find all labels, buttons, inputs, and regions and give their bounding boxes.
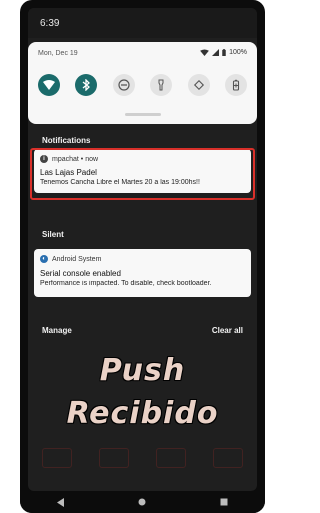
highlight-frame [30, 148, 255, 200]
flashlight-tile[interactable] [150, 74, 173, 96]
silent-header: Silent [42, 230, 64, 239]
screen: 6:39 Mon, Dec 19 100% Notifications i mp… [28, 8, 257, 491]
battery-saver-icon [232, 79, 240, 91]
silent-notification-text: Performance is impacted. To disable, che… [40, 280, 212, 287]
ghost-tab [213, 448, 244, 468]
ghost-tab [41, 448, 72, 468]
drag-handle[interactable] [124, 113, 161, 116]
back-icon [56, 497, 64, 507]
qs-date: Mon, Dec 19 [38, 50, 78, 57]
navigation-bar [20, 491, 265, 513]
back-button[interactable] [56, 497, 66, 507]
signal-icon [212, 49, 220, 56]
quick-settings-panel: Mon, Dec 19 100% [28, 42, 257, 124]
wifi-status-icon [200, 49, 209, 56]
auto-rotate-icon [193, 79, 204, 91]
status-time: 6:39 [40, 18, 60, 29]
silent-notification-app-label: Android System [52, 255, 102, 263]
home-icon [138, 498, 146, 506]
clear-all-button[interactable]: Clear all [212, 326, 243, 335]
do-not-disturb-icon [118, 79, 130, 91]
android-system-icon: ◐ [40, 255, 48, 263]
dnd-tile[interactable] [112, 74, 135, 96]
manage-button[interactable]: Manage [42, 326, 72, 335]
notifications-header: Notifications [42, 136, 91, 145]
home-button[interactable] [137, 497, 147, 507]
battery-saver-tile[interactable] [224, 74, 247, 96]
qs-status: 100% [200, 49, 247, 56]
ghost-tab [98, 448, 129, 468]
bluetooth-tile[interactable] [75, 74, 98, 96]
phone-frame: 6:39 Mon, Dec 19 100% Notifications i mp… [20, 0, 265, 513]
status-bar: 6:39 [28, 8, 257, 38]
wifi-icon [43, 80, 55, 90]
qs-tiles [38, 74, 247, 96]
background-app-ghost [28, 440, 257, 476]
recents-icon [220, 498, 228, 506]
silent-notification-app: ◐ Android System [40, 255, 101, 263]
ghost-tab [156, 448, 187, 468]
battery-icon [222, 49, 226, 56]
silent-notification-card[interactable]: ◐ Android System Serial console enabled … [34, 249, 251, 297]
recents-button[interactable] [219, 497, 229, 507]
overlay-recibido-text: Recibido [66, 396, 219, 431]
silent-notification-title: Serial console enabled [40, 269, 121, 278]
flashlight-icon [158, 79, 164, 91]
bluetooth-icon [82, 79, 91, 91]
battery-percent: 100% [229, 49, 247, 56]
overlay-push-text: Push [99, 353, 186, 388]
wifi-tile[interactable] [38, 74, 60, 96]
rotate-tile[interactable] [187, 74, 210, 96]
